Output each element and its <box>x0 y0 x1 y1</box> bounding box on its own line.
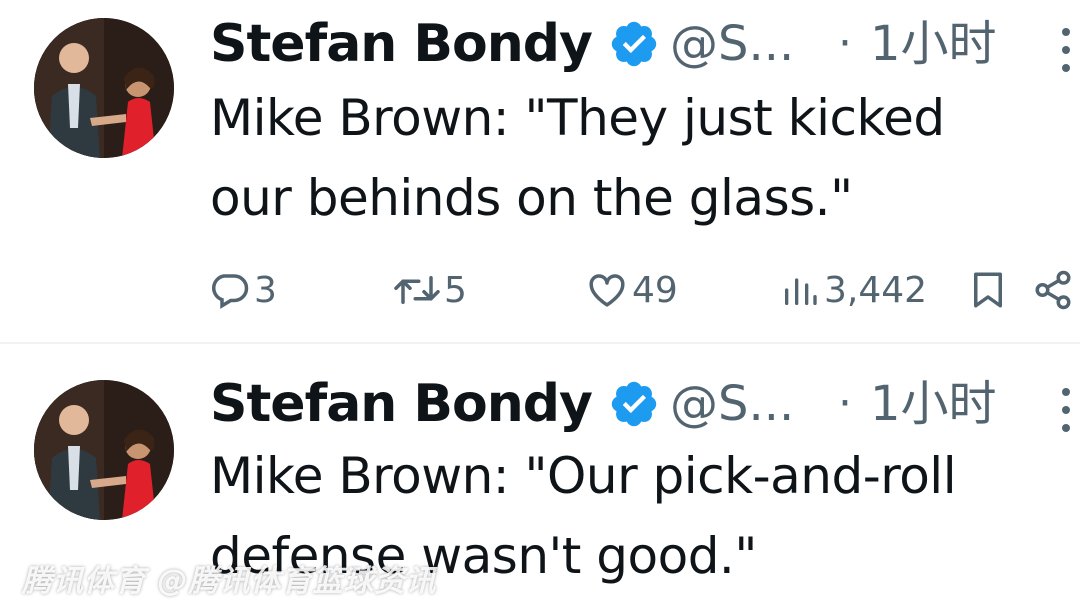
tweet-text-line: Mike Brown: "Our pick-and-roll <box>210 447 957 505</box>
views-count: 3,442 <box>824 269 928 311</box>
like-button[interactable]: 49 <box>586 262 678 318</box>
like-count: 49 <box>632 269 678 311</box>
reply-count: 3 <box>254 269 277 311</box>
avatar-photo <box>34 18 174 158</box>
tweet-text-line: Mike Brown: "They just kicked <box>210 89 945 147</box>
timestamp[interactable]: 1小时 <box>870 12 997 76</box>
reply-button[interactable]: 3 <box>208 262 277 318</box>
share-icon <box>1035 270 1071 310</box>
more-options-icon[interactable] <box>1056 386 1076 434</box>
like-icon <box>589 274 625 307</box>
watermark: 腾讯体育 @腾讯体育篮球资讯 <box>22 564 437 599</box>
avatar[interactable] <box>34 18 174 158</box>
timestamp[interactable]: 1小时 <box>870 372 997 436</box>
views-icon <box>785 278 817 305</box>
tweet-actions: 3 5 49 3,442 <box>0 262 1080 318</box>
reply-icon <box>212 274 249 309</box>
views-button[interactable]: 3,442 <box>780 262 927 318</box>
author-name[interactable]: Stefan Bondy <box>210 370 593 438</box>
repost-count: 5 <box>444 269 467 311</box>
separator-dot: · <box>838 18 852 69</box>
separator-dot: · <box>838 378 852 429</box>
verified-badge-icon <box>611 381 657 427</box>
tweet-text: Mike Brown: "They just kicked our behind… <box>210 78 1070 238</box>
tweet[interactable]: Stefan Bondy @S... · 1小时 Mike Brown: "Th… <box>0 0 1080 342</box>
more-options-icon[interactable] <box>1056 26 1076 74</box>
author-handle[interactable]: @S... <box>670 370 794 438</box>
avatar[interactable] <box>34 380 174 520</box>
repost-icon <box>394 276 440 304</box>
author-name[interactable]: Stefan Bondy <box>210 10 593 78</box>
tweet-feed: Stefan Bondy @S... · 1小时 Mike Brown: "Th… <box>0 0 1080 614</box>
avatar-photo <box>34 380 174 520</box>
repost-button[interactable]: 5 <box>394 262 467 318</box>
tweet-header: Stefan Bondy @S... · 1小时 <box>210 0 1080 90</box>
share-button[interactable] <box>1032 262 1078 318</box>
bookmark-button[interactable] <box>970 262 1010 318</box>
bookmark-icon <box>974 272 1002 308</box>
tweet-text-line: our behinds on the glass." <box>210 169 853 227</box>
author-handle[interactable]: @S... <box>670 10 794 78</box>
verified-badge-icon <box>611 21 657 67</box>
